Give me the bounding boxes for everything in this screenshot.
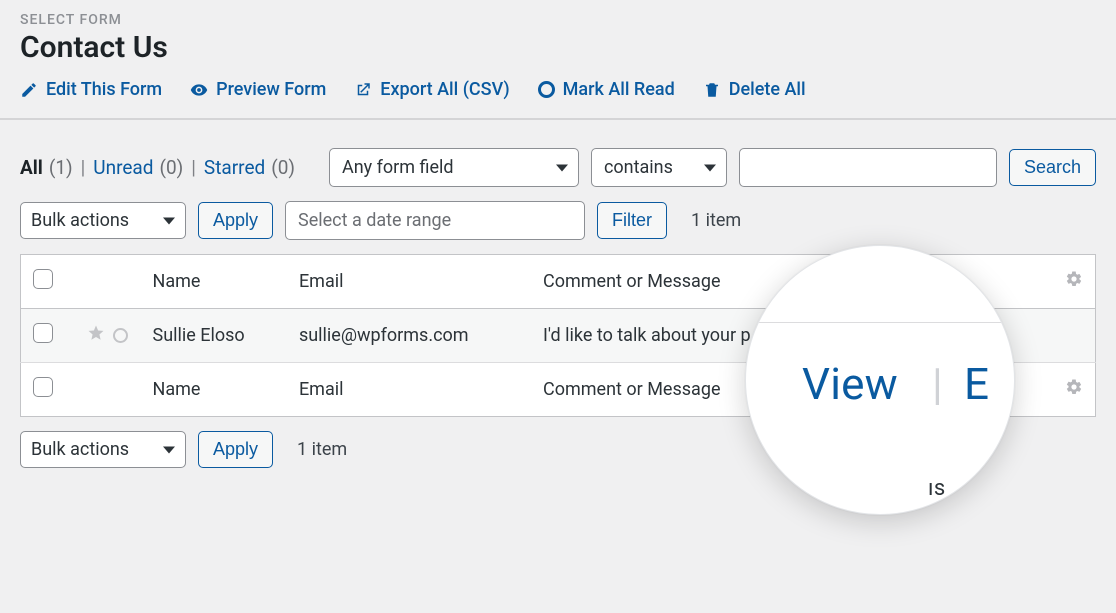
- chevron-down-icon: [556, 164, 568, 171]
- preview-form-label: Preview Form: [216, 79, 326, 100]
- preview-form-link[interactable]: Preview Form: [190, 79, 326, 100]
- item-count-bottom: 1 item: [297, 439, 347, 460]
- search-button[interactable]: Search: [1009, 149, 1096, 186]
- cell-name: Sullie Eloso: [141, 309, 287, 363]
- edit-form-label: Edit This Form: [46, 79, 162, 100]
- export-icon: [354, 81, 372, 99]
- filter-all-count: (1): [49, 156, 73, 179]
- search-field-select[interactable]: Any form field: [329, 148, 579, 187]
- trash-icon: [703, 81, 721, 99]
- magnifier-fragment: ıs: [928, 476, 946, 501]
- col-email-footer[interactable]: Email: [287, 363, 531, 417]
- filter-starred-count: (0): [271, 156, 295, 179]
- apply-button-bottom[interactable]: Apply: [198, 431, 273, 468]
- read-status-icon[interactable]: [113, 328, 128, 343]
- col-email[interactable]: Email: [287, 255, 531, 309]
- bulk-actions-select-top[interactable]: Bulk actions: [20, 202, 186, 239]
- apply-button-top[interactable]: Apply: [198, 202, 273, 239]
- chevron-down-icon: [163, 217, 175, 224]
- pencil-icon: [20, 81, 38, 99]
- search-field-value: Any form field: [342, 157, 454, 178]
- chevron-down-icon: [704, 164, 716, 171]
- filter-button[interactable]: Filter: [597, 202, 667, 239]
- magnifier-view-text: View: [802, 358, 898, 410]
- filter-starred[interactable]: Starred: [204, 156, 265, 179]
- delete-all-label: Delete All: [729, 79, 806, 100]
- star-icon[interactable]: [87, 324, 105, 347]
- export-link[interactable]: Export All (CSV): [354, 79, 509, 100]
- select-form-label: SELECT FORM: [20, 12, 1096, 28]
- filter-all[interactable]: All: [20, 156, 43, 179]
- form-actions-row: Edit This Form Preview Form Export All (…: [20, 79, 1096, 118]
- col-name-footer[interactable]: Name: [141, 363, 287, 417]
- bulk-actions-select-bottom[interactable]: Bulk actions: [20, 431, 186, 468]
- mark-read-link[interactable]: Mark All Read: [538, 79, 675, 100]
- filter-unread[interactable]: Unread: [93, 156, 153, 179]
- magnifier-sep: |: [932, 358, 943, 410]
- circle-icon: [538, 81, 555, 98]
- filter-links: All (1) | Unread (0) | Starred (0): [20, 156, 295, 179]
- date-range-input[interactable]: Select a date range: [285, 201, 585, 240]
- delete-all-link[interactable]: Delete All: [703, 79, 806, 100]
- magnifier-next-letter: E: [964, 358, 989, 410]
- row-checkbox[interactable]: [33, 323, 53, 343]
- export-label: Export All (CSV): [380, 79, 509, 100]
- bulk-actions-value-bottom: Bulk actions: [31, 439, 129, 460]
- chevron-down-icon: [163, 446, 175, 453]
- bulk-actions-value: Bulk actions: [31, 210, 129, 231]
- filter-sep-1: |: [79, 156, 88, 179]
- page-title: Contact Us: [20, 30, 1096, 65]
- magnifier-overlay: View | E ıs: [745, 245, 1015, 515]
- item-count-top: 1 item: [691, 210, 741, 231]
- cell-email: sullie@wpforms.com: [287, 309, 531, 363]
- filter-sep-2: |: [189, 156, 198, 179]
- search-input[interactable]: [739, 148, 997, 187]
- search-match-select[interactable]: contains: [591, 148, 727, 187]
- gear-icon[interactable]: [1065, 380, 1083, 401]
- search-match-value: contains: [604, 157, 673, 178]
- gear-icon[interactable]: [1065, 272, 1083, 293]
- select-all-checkbox-top[interactable]: [33, 269, 53, 289]
- edit-form-link[interactable]: Edit This Form: [20, 79, 162, 100]
- filter-toolbar: All (1) | Unread (0) | Starred (0) Any f…: [20, 132, 1096, 195]
- eye-icon: [190, 81, 208, 99]
- select-all-checkbox-bottom[interactable]: [33, 377, 53, 397]
- mark-read-label: Mark All Read: [563, 79, 675, 100]
- filter-unread-count: (0): [159, 156, 183, 179]
- col-name[interactable]: Name: [141, 255, 287, 309]
